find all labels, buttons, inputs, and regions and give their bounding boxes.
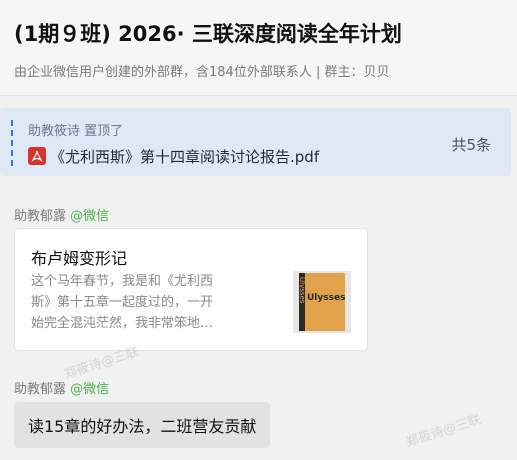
summary-line: 始完全混沌茫然，我非常笨地… [31, 316, 214, 331]
sender-name: 助教郁露 [14, 209, 67, 224]
group-title[interactable]: (1期９班) 2026· 三联深度阅读全年计划 [14, 18, 514, 48]
pinned-file-name: 《尤利西斯》第十四章阅读讨论报告.pdf [50, 147, 320, 166]
watermark: 郑筱诗@三联 [404, 412, 484, 451]
summary-line: 这个马年春节，我是和《尤利西 [31, 274, 214, 289]
article-card[interactable]: 布卢姆变形记 这个马年春节，我是和《尤利西 斯》第十五章一起度过的，一开 始完全… [14, 228, 368, 351]
book-spine-text: Ulysses [298, 277, 306, 304]
article-title: 布卢姆变形记 [31, 249, 128, 268]
sender-tag: @微信 [70, 209, 110, 224]
sender-tag: @微信 [70, 382, 110, 397]
group-subtitle: 由企业微信用户创建的外部群，含184位外部联系人 | 群主：贝贝 [14, 65, 390, 80]
pin-indicator [11, 120, 13, 166]
sender-name: 助教郁露 [14, 382, 67, 397]
text-message-bubble[interactable]: 读15章的好办法，二班营友贡献 [14, 402, 271, 448]
article-thumbnail: Ulysses Ulysses [293, 271, 351, 333]
pinned-file[interactable]: 《尤利西斯》第十四章阅读讨论报告.pdf [28, 146, 319, 166]
pinned-count[interactable]: 共5条 [451, 134, 491, 155]
message-sender[interactable]: 助教郁露 @微信 [14, 378, 109, 397]
pdf-icon [28, 147, 46, 165]
book-cover-title: Ulysses [307, 293, 346, 303]
pinned-author: 助教筱诗 置顶了 [28, 124, 124, 139]
article-summary: 这个马年春节，我是和《尤利西 斯》第十五章一起度过的，一开 始完全混沌茫然，我非… [31, 271, 271, 334]
summary-line: 斯》第十五章一起度过的，一开 [31, 295, 214, 310]
chat-header: (1期９班) 2026· 三联深度阅读全年计划 由企业微信用户创建的外部群，含1… [0, 0, 517, 96]
message-sender[interactable]: 助教郁露 @微信 [14, 205, 109, 224]
book-cover-image: Ulysses Ulysses [298, 273, 346, 331]
pinned-banner[interactable]: 助教筱诗 置顶了 《尤利西斯》第十四章阅读讨论报告.pdf 共5条 [0, 108, 511, 176]
